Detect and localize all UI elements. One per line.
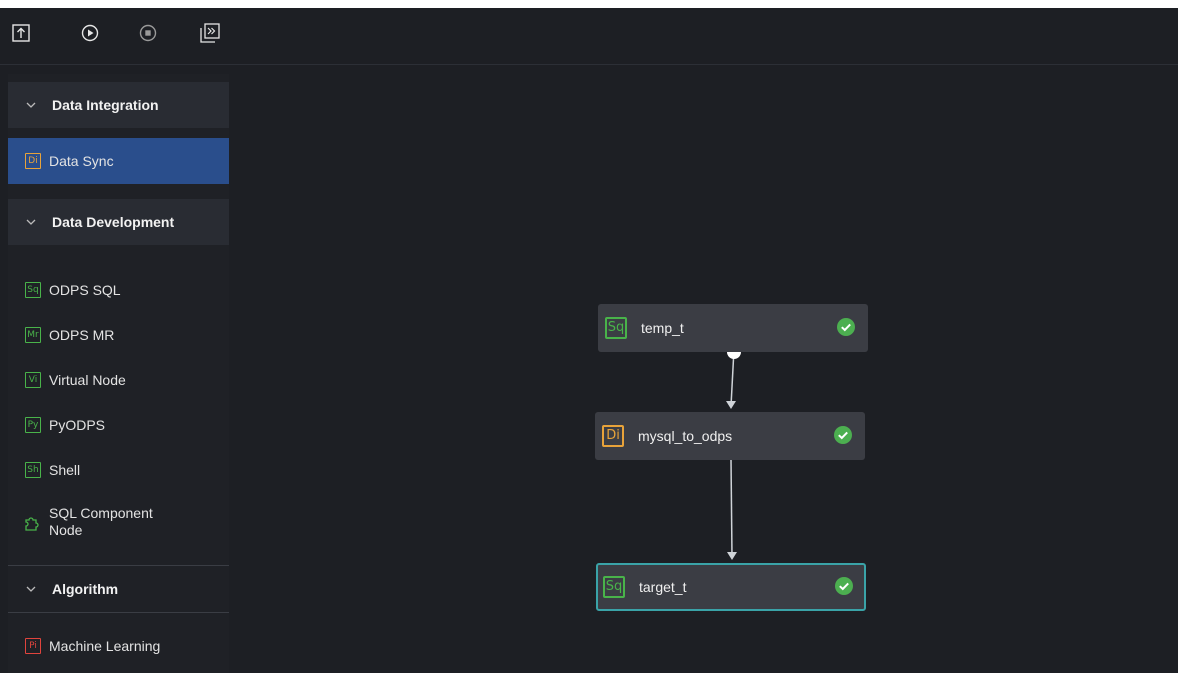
sh-icon: Sh [25,462,41,478]
group-data-development[interactable]: Data Development [8,199,229,245]
chevron-down-icon [26,216,38,228]
group-algorithm[interactable]: Algorithm [8,566,229,612]
sidebar-item-shell[interactable]: Sh Shell [8,450,229,490]
sidebar-item-label: Shell [49,462,81,478]
sq-icon: Sq [603,576,625,598]
di-icon: Di [602,425,624,447]
sq-icon: Sq [25,282,41,298]
sidebar-item-sql-component-node[interactable]: SQL Component Node [8,494,229,550]
chevron-down-icon [26,99,38,111]
sidebar-item-odps-mr[interactable]: Mr ODPS MR [8,315,229,355]
vi-icon: Vi [25,372,41,388]
sidebar-item-data-sync[interactable]: Di Data Sync [8,138,229,184]
sidebar-item-virtual-node[interactable]: Vi Virtual Node [8,360,229,400]
node-mysql-to-odps[interactable]: Di mysql_to_odps [595,412,865,460]
edge-mysql-to-target [727,458,737,560]
success-check-icon [837,318,855,336]
node-label: temp_t [641,320,684,336]
node-label: target_t [639,579,687,595]
sidebar-item-odps-sql[interactable]: Sq ODPS SQL [8,270,229,310]
sq-icon: Sq [605,317,627,339]
group-title: Data Development [52,214,175,230]
sidebar-item-label: Machine Learning [49,638,161,654]
di-icon: Di [25,153,41,169]
workflow-editor: Data Integration Di Data Sync Data Devel… [0,8,1178,673]
divider [8,612,229,613]
sidebar-item-label: Data Sync [49,153,114,169]
pi-icon: Pi [25,638,41,654]
submit-icon[interactable] [10,22,32,44]
node-label: mysql_to_odps [638,428,733,444]
sidebar-item-pyodps[interactable]: Py PyODPS [8,405,229,445]
stop-icon[interactable] [137,22,159,44]
node-temp-t[interactable]: Sq temp_t [598,304,868,352]
sidebar-item-label: ODPS SQL [49,282,121,298]
success-check-icon [835,577,853,595]
py-icon: Py [25,417,41,433]
group-title: Algorithm [52,581,119,597]
run-from-node-icon[interactable] [199,22,221,44]
puzzle-icon [23,512,43,532]
mr-icon: Mr [25,327,41,343]
sidebar-item-machine-learning[interactable]: Pi Machine Learning [8,626,229,666]
sidebar-item-label: PyODPS [49,417,106,433]
group-title: Data Integration [52,97,159,113]
group-data-integration[interactable]: Data Integration [8,82,229,128]
success-check-icon [834,426,852,444]
node-palette-sidebar: Data Integration Di Data Sync Data Devel… [8,74,229,673]
toolbar [0,8,1178,65]
chevron-down-icon [26,583,38,595]
sidebar-item-label: SQL Component Node [49,505,153,538]
workflow-canvas[interactable]: Sq temp_t Di mysql_to_odps Sq target_t [229,66,1178,673]
sidebar-item-label: Virtual Node [49,372,126,388]
node-target-t[interactable]: Sq target_t [596,563,866,611]
run-icon[interactable] [79,22,101,44]
sidebar-item-label: ODPS MR [49,327,115,343]
